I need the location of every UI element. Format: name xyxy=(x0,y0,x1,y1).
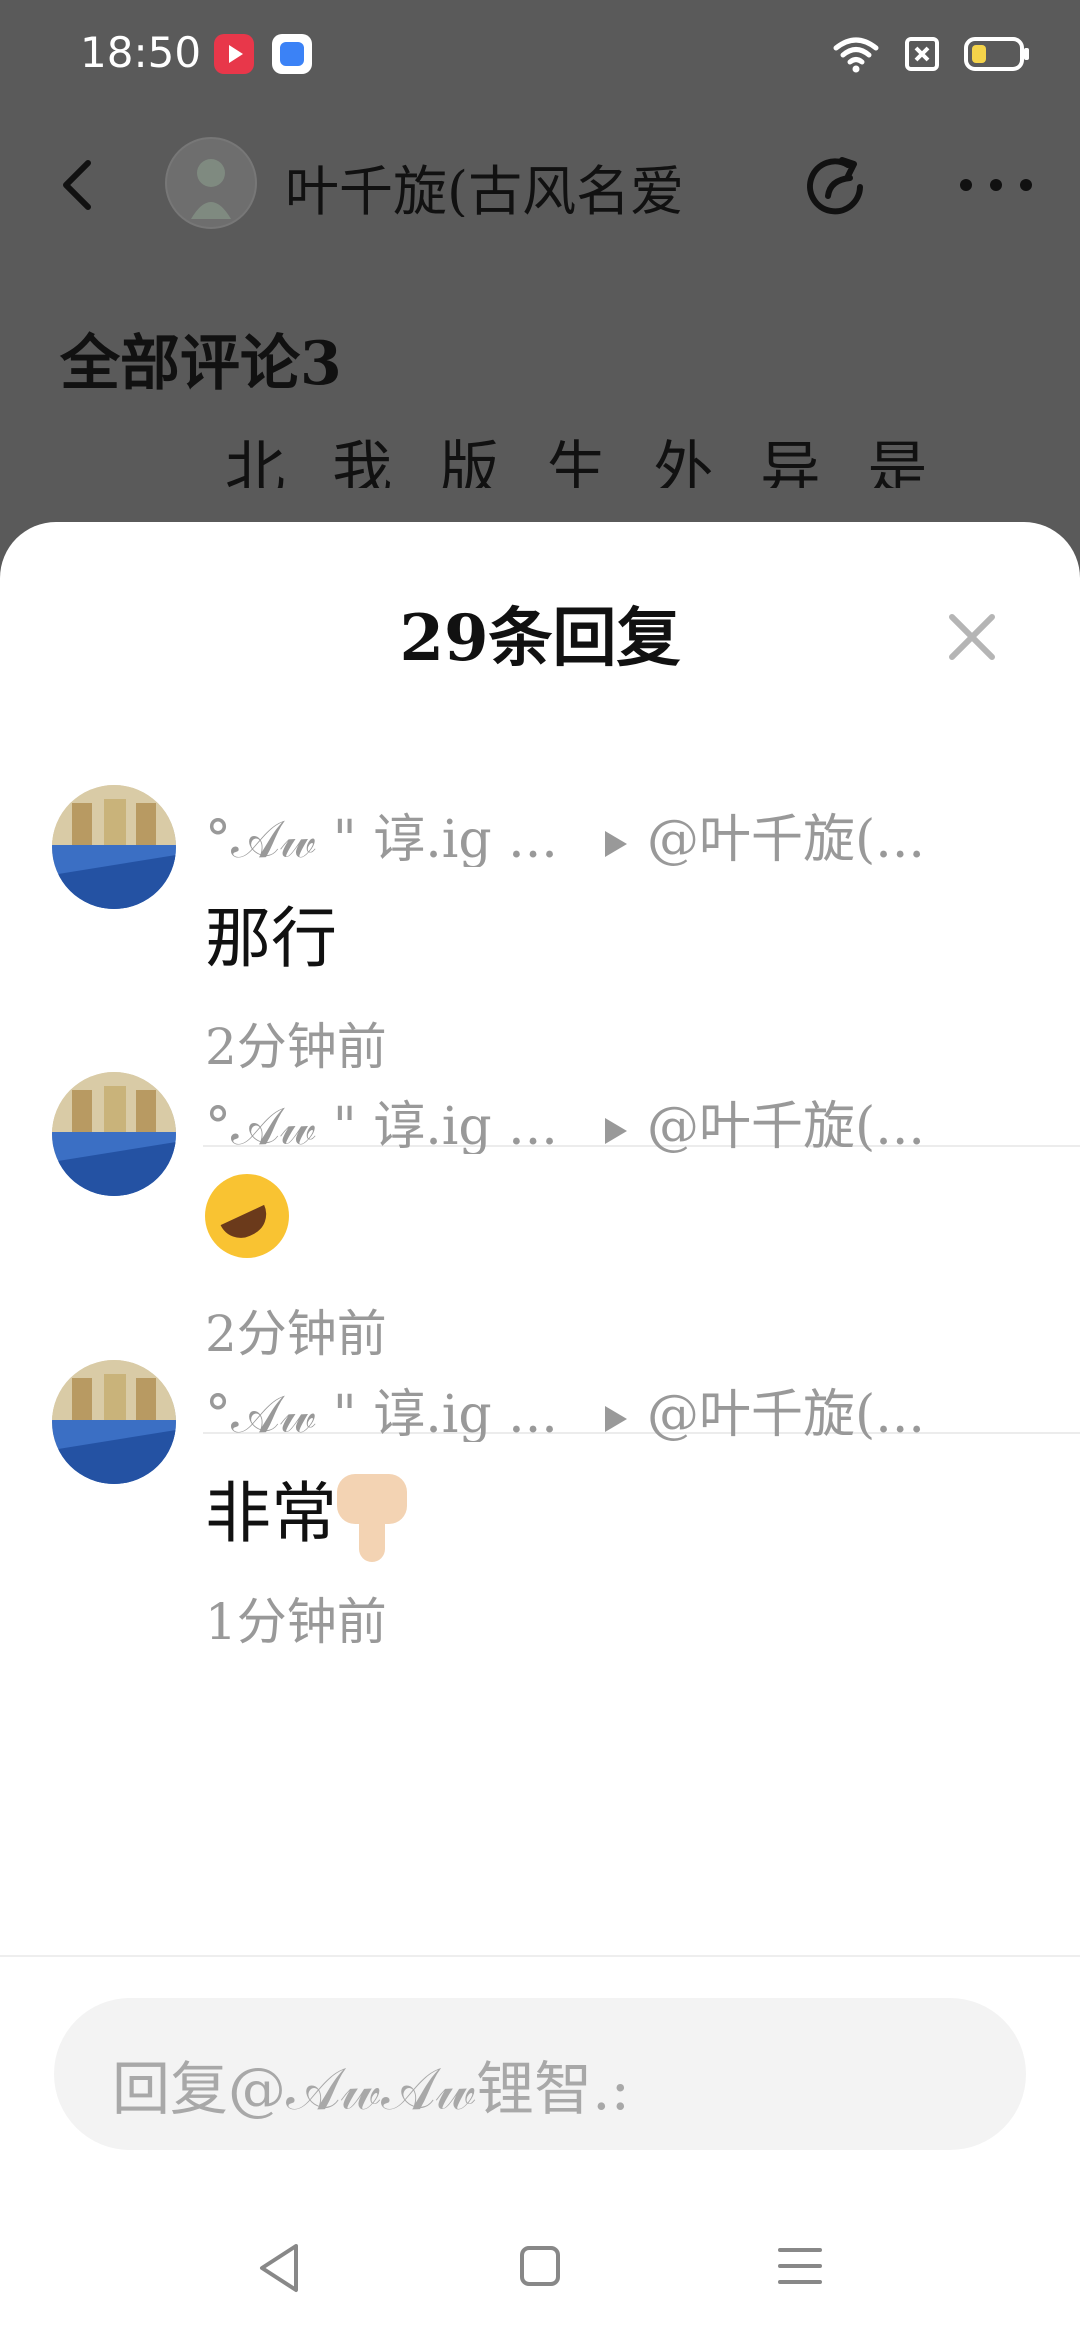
avatar[interactable] xyxy=(52,785,176,909)
nav-home-icon[interactable] xyxy=(516,2242,564,2294)
reply-content: 非常 xyxy=(205,1460,417,1564)
avatar[interactable] xyxy=(52,1360,176,1484)
reply-input-placeholder: 回复@𝒜𝓌𝒜𝓌锂智.: xyxy=(112,2055,631,2123)
sheet-title: 29条回复 xyxy=(399,601,681,676)
reply-author[interactable]: °𝒜𝓌 " 谆.ig ... xyxy=(205,1372,575,1442)
battery-icon xyxy=(964,36,1030,72)
reply-input[interactable]: 回复@𝒜𝓌𝒜𝓌锂智.: xyxy=(54,1998,1026,2150)
top-bar: 叶千旋(古风名爱 xyxy=(0,125,1080,245)
reply-content: 那行 xyxy=(205,900,337,977)
reply-content-text: 非常 xyxy=(205,1475,337,1552)
reply-target[interactable]: @叶千旋(... xyxy=(647,1097,925,1154)
thumbs-down-icon xyxy=(337,1474,417,1564)
status-time: 18:50 xyxy=(80,28,202,77)
post-title: 叶千旋(古风名爱 xyxy=(285,160,685,217)
reply-target[interactable]: @叶千旋(... xyxy=(647,810,925,867)
input-area-divider xyxy=(0,1955,1080,1957)
reply-target[interactable]: @叶千旋(... xyxy=(647,1385,925,1442)
nav-menu-icon[interactable] xyxy=(776,2242,824,2294)
no-sim-icon xyxy=(904,36,940,72)
nav-back-icon[interactable] xyxy=(254,2240,304,2300)
reply-author[interactable]: °𝒜𝓌 " 谆.ig ... xyxy=(205,1084,575,1154)
reply-arrow-icon xyxy=(605,830,627,857)
background-comment-text: 北 我 版 生 外 异 是 人 论 xyxy=(225,435,965,488)
reply-item[interactable]: °𝒜𝓌 " 谆.ig ... @叶千旋(... 非常 1分钟前 xyxy=(0,1360,1080,1790)
status-bar: 18:50 xyxy=(0,0,1080,110)
share-icon[interactable] xyxy=(800,152,870,222)
reply-time: 2分钟前 xyxy=(205,1018,387,1076)
reply-arrow-icon xyxy=(605,1117,627,1144)
video-app-icon xyxy=(214,34,254,74)
more-options-icon[interactable] xyxy=(960,170,1032,200)
reply-meta: °𝒜𝓌 " 谆.ig ... @叶千旋(... xyxy=(205,1372,1005,1442)
reply-content xyxy=(205,1172,289,1258)
all-comments-heading: 全部评论3 xyxy=(60,329,342,399)
post-author-avatar[interactable] xyxy=(165,137,257,229)
reply-arrow-icon xyxy=(605,1405,627,1432)
close-icon[interactable] xyxy=(942,607,1002,667)
reply-author[interactable]: °𝒜𝓌 " 谆.ig ... xyxy=(205,797,575,867)
system-nav-bar xyxy=(0,2200,1080,2340)
browser-app-icon xyxy=(272,34,312,74)
reply-meta: °𝒜𝓌 " 谆.ig ... @叶千旋(... xyxy=(205,1084,1005,1154)
back-arrow-icon[interactable] xyxy=(50,155,110,215)
rolling-on-floor-laughing-icon xyxy=(205,1174,289,1258)
reply-time: 1分钟前 xyxy=(205,1593,387,1651)
reply-time: 2分钟前 xyxy=(205,1305,387,1363)
avatar[interactable] xyxy=(52,1072,176,1196)
background-page: 18:50 叶千旋(古风名爱 全部评论3 北 我 版 生 外 异 是 xyxy=(0,0,1080,560)
wifi-icon xyxy=(832,34,880,74)
reply-meta: °𝒜𝓌 " 谆.ig ... @叶千旋(... xyxy=(205,797,1005,867)
status-icons xyxy=(832,30,1030,78)
